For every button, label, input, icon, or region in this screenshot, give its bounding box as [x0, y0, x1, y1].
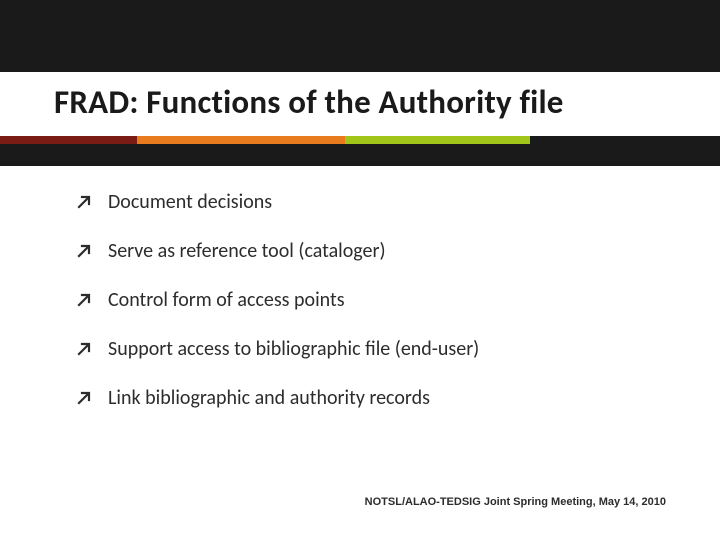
bullet-text: Link bibliographic and authority records	[108, 386, 430, 411]
bullet-text: Control form of access points	[108, 288, 345, 313]
stripe-bottom-bar	[0, 144, 720, 166]
stripe-segment-black	[530, 136, 720, 144]
list-item: Link bibliographic and authority records	[76, 386, 666, 411]
header-top-bar	[0, 0, 720, 72]
list-item: Document decisions	[76, 190, 666, 215]
stripe-segment-green	[345, 136, 530, 144]
accent-stripe	[0, 136, 720, 166]
bullet-text: Serve as reference tool (cataloger)	[108, 239, 386, 264]
arrow-up-right-icon	[76, 341, 94, 359]
stripe-segment-orange	[137, 136, 345, 144]
bullet-list: Document decisions Serve as reference to…	[76, 190, 666, 435]
bullet-text: Document decisions	[108, 190, 272, 215]
slide-container: FRAD: Functions of the Authority file Do…	[0, 0, 720, 540]
footer-caption: NOTSL/ALAO-TEDSIG Joint Spring Meeting, …	[365, 496, 666, 508]
arrow-up-right-icon	[76, 292, 94, 310]
page-title: FRAD: Functions of the Authority file	[54, 82, 564, 122]
title-area: FRAD: Functions of the Authority file	[0, 72, 720, 136]
stripe-segment-maroon	[0, 136, 137, 144]
arrow-up-right-icon	[76, 194, 94, 212]
header-band: FRAD: Functions of the Authority file	[0, 0, 720, 165]
list-item: Serve as reference tool (cataloger)	[76, 239, 666, 264]
list-item: Control form of access points	[76, 288, 666, 313]
list-item: Support access to bibliographic file (en…	[76, 337, 666, 362]
arrow-up-right-icon	[76, 243, 94, 261]
arrow-up-right-icon	[76, 390, 94, 408]
bullet-text: Support access to bibliographic file (en…	[108, 337, 479, 362]
